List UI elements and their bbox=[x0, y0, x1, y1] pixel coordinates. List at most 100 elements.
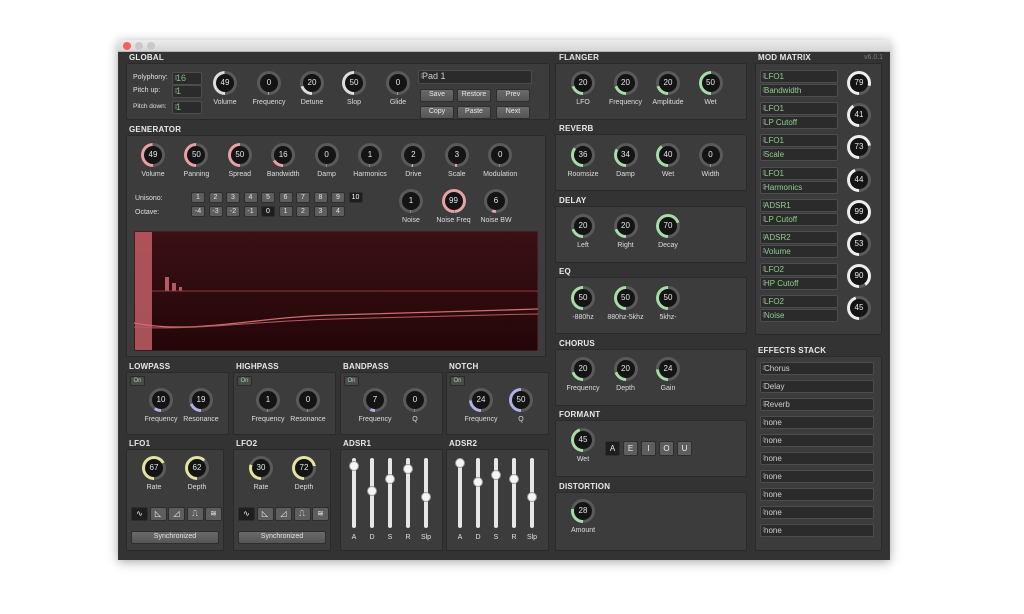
mod-source-dropdown-icon[interactable]: ⇕ bbox=[761, 200, 835, 211]
copy-button[interactable]: Copy bbox=[420, 106, 454, 119]
effects-stack-dropdown-icon[interactable]: ⇕ bbox=[761, 453, 871, 464]
filter-lowpass-on-toggle[interactable]: On bbox=[130, 376, 145, 386]
effects-stack-slot[interactable]: none ⇕ bbox=[760, 470, 874, 483]
lfo1-depth-dial[interactable]: 62 bbox=[185, 456, 209, 480]
generator-knob-volume-dial[interactable]: 49 bbox=[141, 143, 165, 167]
lfo2-wave-noise-icon[interactable]: ≋ bbox=[312, 507, 329, 521]
octave--2[interactable]: -2 bbox=[226, 206, 240, 217]
mod-source-select[interactable]: ADSR1 ⇕ bbox=[760, 198, 838, 212]
global-pitch_down-stepper-icon[interactable]: ⇕ bbox=[173, 102, 199, 113]
unisono-6[interactable]: 6 bbox=[278, 192, 293, 203]
effects-stack-dropdown-icon[interactable]: ⇕ bbox=[761, 507, 871, 518]
effects-stack-dropdown-icon[interactable]: ⇕ bbox=[761, 381, 871, 392]
formant-wet[interactable]: 45 Wet bbox=[560, 426, 606, 468]
mod-source-dropdown-icon[interactable]: ⇕ bbox=[761, 168, 835, 179]
effects-stack-slot[interactable]: none ⇕ bbox=[760, 488, 874, 501]
filter-lowpass-frequency-dial[interactable]: 10 bbox=[149, 388, 173, 412]
effects-stack-slot[interactable]: none ⇕ bbox=[760, 416, 874, 429]
mod-amount-dial[interactable]: 73 bbox=[847, 135, 871, 160]
save-button[interactable]: Save bbox=[420, 89, 454, 102]
formant-vowel-i[interactable]: I bbox=[641, 441, 656, 456]
effects-stack-slot[interactable]: Chorus ⇕ bbox=[760, 362, 874, 375]
mod-target-dropdown-icon[interactable]: ⇕ bbox=[761, 149, 835, 160]
unisono-5[interactable]: 5 bbox=[261, 192, 275, 203]
global-knob-volume-dial[interactable]: 49 bbox=[213, 71, 237, 95]
formant-vowel-e[interactable]: E bbox=[623, 441, 638, 456]
global-knob-slop-dial[interactable]: 50 bbox=[342, 71, 366, 95]
lfo2-rate-dial[interactable]: 30 bbox=[249, 456, 273, 480]
global-knob-glide[interactable]: 0 Glide bbox=[375, 69, 421, 111]
filter-notch-q[interactable]: 50 Q bbox=[498, 386, 544, 428]
lfo1-wave-square-icon[interactable]: ⎍ bbox=[186, 507, 204, 521]
adsr1-s-track[interactable] bbox=[388, 458, 392, 528]
prev-button[interactable]: Prev bbox=[496, 89, 530, 102]
effects-stack-slot[interactable]: Delay ⇕ bbox=[760, 380, 874, 393]
mod-amount-dial[interactable]: 53 bbox=[847, 232, 871, 256]
lfo1-depth[interactable]: 62 Depth bbox=[174, 454, 220, 496]
mod-target-dropdown-icon[interactable]: ⇕ bbox=[761, 278, 835, 289]
formant-vowel-o[interactable]: O bbox=[659, 441, 674, 456]
flanger-amplitude-dial[interactable]: 20 bbox=[656, 71, 680, 95]
lfo1-wave-sine-icon[interactable]: ∿ bbox=[131, 507, 148, 521]
mod-target-dropdown-icon[interactable]: ⇕ bbox=[761, 182, 835, 193]
unisono-8[interactable]: 8 bbox=[313, 192, 328, 203]
adsr2-d-thumb[interactable] bbox=[473, 476, 483, 487]
global-knob-frequency-dial[interactable]: 0 bbox=[257, 71, 281, 95]
filter-highpass-resonance[interactable]: 0 Resonance bbox=[285, 386, 331, 428]
filter-bandpass-frequency-dial[interactable]: 7 bbox=[363, 388, 387, 412]
unisono-1[interactable]: 1 bbox=[191, 192, 205, 203]
mod-source-select[interactable]: LFO2 ⇕ bbox=[760, 263, 838, 277]
filter-bandpass-q-dial[interactable]: 0 bbox=[403, 388, 427, 412]
delay-decay-dial[interactable]: 70 bbox=[656, 214, 680, 238]
octave-4[interactable]: 4 bbox=[331, 206, 345, 217]
generator-knob-noise-dial[interactable]: 1 bbox=[399, 189, 423, 213]
delay-left-dial[interactable]: 20 bbox=[571, 214, 595, 238]
global-polyphony-stepper-icon[interactable]: ⇕ bbox=[173, 73, 199, 84]
octave-3[interactable]: 3 bbox=[313, 206, 328, 217]
mod-amount-dial[interactable]: 90 bbox=[847, 264, 871, 289]
effects-stack-dropdown-icon[interactable]: ⇕ bbox=[761, 471, 871, 482]
generator-knob-noise-bw-dial[interactable]: 6 bbox=[484, 189, 508, 213]
lfo1-wave-saw-down-icon[interactable]: ◺ bbox=[149, 507, 167, 521]
effects-stack-slot[interactable]: none ⇕ bbox=[760, 452, 874, 465]
flanger-wet-dial[interactable]: 50 bbox=[698, 71, 723, 95]
mod-source-dropdown-icon[interactable]: ⇕ bbox=[761, 103, 835, 114]
filter-bandpass-on-toggle[interactable]: On bbox=[344, 376, 359, 386]
flanger-frequency-dial[interactable]: 20 bbox=[613, 71, 638, 95]
distortion-amount[interactable]: 28 Amount bbox=[560, 497, 606, 539]
mod-target-select[interactable]: LP Cutoff ⇕ bbox=[760, 116, 838, 130]
mod-target-dropdown-icon[interactable]: ⇕ bbox=[761, 246, 835, 257]
filter-lowpass-resonance[interactable]: 19 Resonance bbox=[178, 386, 224, 428]
preset-select[interactable]: Pad 1 ⇕ bbox=[418, 70, 532, 84]
unisono-4[interactable]: 4 bbox=[243, 192, 258, 203]
global-knob-detune-dial[interactable]: 20 bbox=[300, 71, 324, 95]
generator-knob-scale-dial[interactable]: 3 bbox=[444, 143, 469, 167]
mod-target-select[interactable]: Harmonics ⇕ bbox=[760, 180, 838, 194]
filter-highpass-on-toggle[interactable]: On bbox=[237, 376, 252, 386]
filter-notch-on-toggle[interactable]: On bbox=[450, 376, 465, 386]
preset-dropdown-icon[interactable]: ⇕ bbox=[419, 71, 529, 82]
mod-target-select[interactable]: Bandwidth ⇕ bbox=[760, 84, 838, 97]
mod-target-select[interactable]: Noise ⇕ bbox=[760, 309, 838, 323]
adsr1-s-thumb[interactable] bbox=[385, 473, 395, 484]
mod-target-dropdown-icon[interactable]: ⇕ bbox=[761, 117, 835, 128]
effects-stack-dropdown-icon[interactable]: ⇕ bbox=[761, 417, 871, 428]
chorus-frequency-dial[interactable]: 20 bbox=[571, 357, 595, 381]
mod-target-select[interactable]: Scale ⇕ bbox=[760, 148, 838, 162]
formant-vowel-u[interactable]: U bbox=[677, 441, 692, 456]
delay-decay[interactable]: 70 Decay bbox=[645, 212, 691, 254]
effects-stack-slot[interactable]: Reverb ⇕ bbox=[760, 398, 874, 411]
filter-bandpass-q[interactable]: 0Q bbox=[392, 386, 438, 428]
mod-target-dropdown-icon[interactable]: ⇕ bbox=[761, 214, 835, 225]
flanger-wet[interactable]: 50 Wet bbox=[688, 69, 734, 111]
effects-stack-dropdown-icon[interactable]: ⇕ bbox=[761, 489, 871, 500]
paste-button[interactable]: Paste bbox=[457, 106, 491, 119]
effects-stack-slot[interactable]: none ⇕ bbox=[760, 434, 874, 447]
global-pitch_up-field[interactable]: 1 ⇕ bbox=[172, 85, 202, 98]
octave-1[interactable]: 1 bbox=[278, 206, 293, 217]
zoom-window-icon[interactable] bbox=[147, 42, 155, 50]
mod-source-dropdown-icon[interactable]: ⇕ bbox=[761, 71, 835, 82]
global-knob-glide-dial[interactable]: 0 bbox=[386, 71, 410, 95]
adsr2-a-track[interactable] bbox=[458, 458, 462, 528]
reverb-damp-dial[interactable]: 34 bbox=[613, 143, 638, 167]
